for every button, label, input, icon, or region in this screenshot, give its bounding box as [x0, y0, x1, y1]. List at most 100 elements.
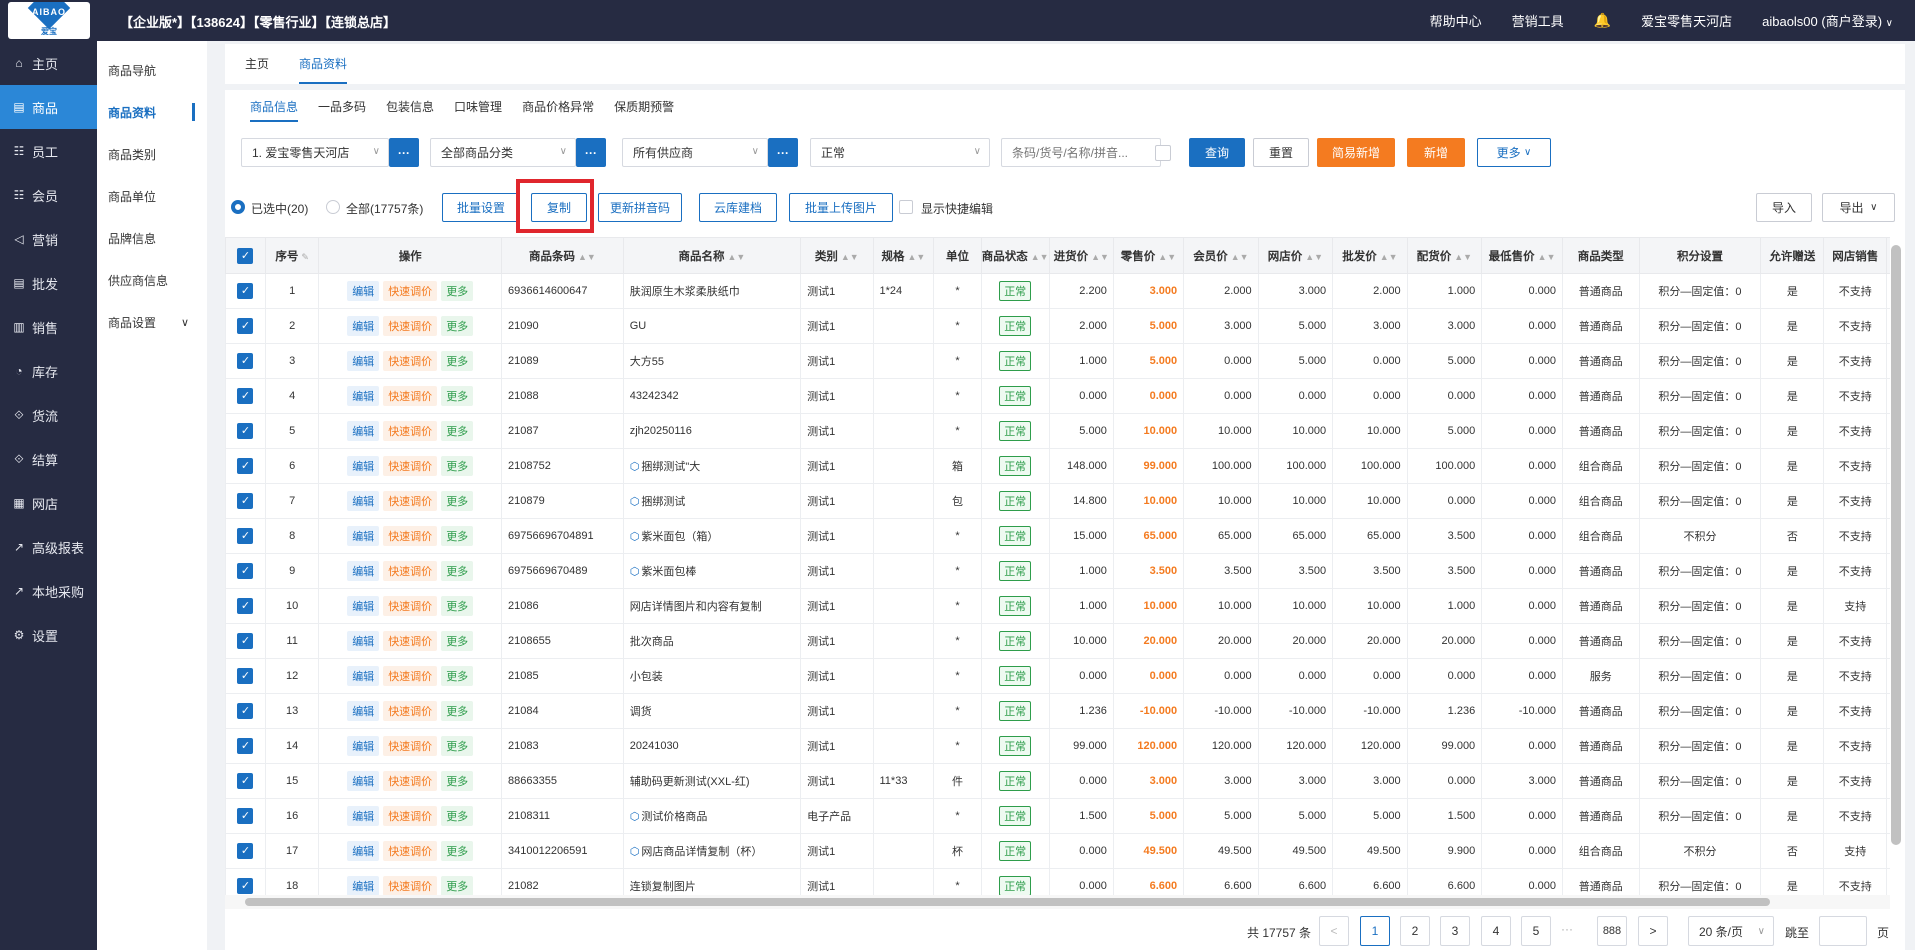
- quick-price-button[interactable]: 快速调价: [383, 701, 438, 721]
- column-header-3[interactable]: 商品名称 ▲▼: [622, 237, 802, 274]
- row-checkbox[interactable]: ✓: [225, 448, 266, 484]
- subtab-package-info[interactable]: 包装信息: [386, 90, 434, 124]
- page-3[interactable]: 3: [1440, 916, 1470, 946]
- table-row[interactable]: ✓ 9 编辑 快速调价 更多 6975669670489 ⬡ 紫米面包棒 测试1 * 正常 1.000…: [225, 553, 1890, 589]
- horizontal-scrollbar[interactable]: [245, 898, 1770, 906]
- page-size-select[interactable]: 20 条/页 ∨: [1688, 916, 1774, 946]
- edit-button[interactable]: 编辑: [347, 526, 380, 546]
- sidebar-item-5[interactable]: ▤ 批发: [0, 261, 97, 305]
- vertical-scrollbar[interactable]: [1891, 245, 1901, 845]
- row-checkbox[interactable]: ✓: [225, 728, 266, 764]
- next-page-button[interactable]: >: [1638, 916, 1668, 946]
- export-button[interactable]: 导出 ∨: [1822, 193, 1895, 222]
- row-more-button[interactable]: 更多: [441, 386, 474, 406]
- quick-price-button[interactable]: 快速调价: [383, 561, 438, 581]
- more-button[interactable]: 更多 ∨: [1477, 138, 1551, 167]
- subnav-item-4[interactable]: 品牌信息: [97, 217, 207, 259]
- reset-button[interactable]: 重置: [1253, 138, 1309, 167]
- column-header-8[interactable]: 进货价 ▲▼: [1048, 237, 1114, 274]
- row-more-button[interactable]: 更多: [441, 701, 474, 721]
- product-name-cell[interactable]: 调货: [622, 693, 802, 729]
- product-name-cell[interactable]: 批次商品: [622, 623, 802, 659]
- quick-price-button[interactable]: 快速调价: [383, 771, 438, 791]
- column-header-12[interactable]: 批发价 ▲▼: [1332, 237, 1408, 274]
- import-button[interactable]: 导入: [1756, 193, 1812, 222]
- sidebar-item-0[interactable]: ⌂ 主页: [0, 41, 97, 85]
- edit-button[interactable]: 编辑: [347, 281, 380, 301]
- table-row[interactable]: ✓ 2 编辑 快速调价 更多 21090 GU 测试1 * 正常 2.000 5.000 3.000 5.…: [225, 308, 1890, 344]
- row-more-button[interactable]: 更多: [441, 771, 474, 791]
- tab-home[interactable]: 主页: [245, 44, 269, 84]
- column-header-7[interactable]: 商品状态 ▲▼: [980, 237, 1050, 274]
- row-checkbox[interactable]: ✓: [225, 483, 266, 519]
- product-name-cell[interactable]: 肤润原生木浆柔肤纸巾: [622, 273, 802, 309]
- product-name-cell[interactable]: ⬡ 测试价格商品: [622, 798, 802, 834]
- row-checkbox[interactable]: ✓: [225, 378, 266, 414]
- quick-price-button[interactable]: 快速调价: [383, 386, 438, 406]
- category-picker-button[interactable]: ···: [576, 138, 606, 167]
- page-last[interactable]: 888: [1597, 916, 1627, 946]
- product-name-cell[interactable]: zjh20250116: [622, 413, 802, 449]
- table-row[interactable]: ✓ 5 编辑 快速调价 更多 21087 zjh20250116 测试1 * 正常 5.000 10.…: [225, 413, 1890, 449]
- product-name-cell[interactable]: ⬡ 紫米面包（箱）: [622, 518, 802, 554]
- sidebar-item-12[interactable]: ↗ 本地采购: [0, 569, 97, 613]
- edit-button[interactable]: 编辑: [347, 491, 380, 511]
- quick-price-button[interactable]: 快速调价: [383, 841, 438, 861]
- sidebar-item-10[interactable]: ▦ 网店: [0, 481, 97, 525]
- product-name-cell[interactable]: ⬡ 捆绑测试: [622, 483, 802, 519]
- row-checkbox[interactable]: ✓: [225, 553, 266, 589]
- simple-add-button[interactable]: 简易新增: [1317, 138, 1395, 167]
- product-name-cell[interactable]: 小包装: [622, 658, 802, 694]
- edit-button[interactable]: 编辑: [347, 316, 380, 336]
- marketing-tools-link[interactable]: 营销工具: [1512, 11, 1564, 30]
- row-more-button[interactable]: 更多: [441, 456, 474, 476]
- subnav-item-6[interactable]: 商品设置 ∨: [97, 301, 207, 343]
- sidebar-item-3[interactable]: ☷ 会员: [0, 173, 97, 217]
- sidebar-item-13[interactable]: ⚙ 设置: [0, 613, 97, 657]
- row-more-button[interactable]: 更多: [441, 736, 474, 756]
- subtab-multi-code[interactable]: 一品多码: [318, 90, 366, 124]
- edit-button[interactable]: 编辑: [347, 351, 380, 371]
- quick-price-button[interactable]: 快速调价: [383, 491, 438, 511]
- edit-button[interactable]: 编辑: [347, 666, 380, 686]
- table-row[interactable]: ✓ 8 编辑 快速调价 更多 69756696704891 ⬡ 紫米面包（箱） 测试1 * 正常 15…: [225, 518, 1890, 554]
- add-button[interactable]: 新增: [1407, 138, 1465, 167]
- product-name-cell[interactable]: ⬡ 网店商品详情复制（杯）: [622, 833, 802, 869]
- pager-ellipsis[interactable]: ···: [1561, 922, 1573, 936]
- quick-price-button[interactable]: 快速调价: [383, 421, 438, 441]
- page-4[interactable]: 4: [1481, 916, 1511, 946]
- edit-button[interactable]: 编辑: [347, 841, 380, 861]
- selected-radio[interactable]: [231, 200, 245, 214]
- edit-button[interactable]: 编辑: [347, 771, 380, 791]
- product-name-cell[interactable]: 网店详情图片和内容有复制: [622, 588, 802, 624]
- search-input[interactable]: [1001, 138, 1161, 167]
- column-header-4[interactable]: 类别 ▲▼: [800, 237, 874, 274]
- page-5[interactable]: 5: [1521, 916, 1551, 946]
- query-button[interactable]: 查询: [1189, 138, 1245, 167]
- edit-button[interactable]: 编辑: [347, 561, 380, 581]
- tab-product-info[interactable]: 商品资料: [299, 44, 348, 84]
- column-header-11[interactable]: 网店价 ▲▼: [1257, 237, 1334, 274]
- sort-icon[interactable]: ▲▼: [908, 252, 926, 262]
- sidebar-item-8[interactable]: ⟐ 货流: [0, 393, 97, 437]
- row-checkbox[interactable]: ✓: [225, 518, 266, 554]
- table-row[interactable]: ✓ 6 编辑 快速调价 更多 2108752 ⬡ 捆绑测试"大 测试1 箱正常 148.000 99.…: [225, 448, 1890, 484]
- edit-button[interactable]: 编辑: [347, 456, 380, 476]
- category-select[interactable]: 全部商品分类 ∨: [430, 138, 576, 167]
- sidebar-item-4[interactable]: ◁ 营销: [0, 217, 97, 261]
- edit-button[interactable]: 编辑: [347, 876, 380, 896]
- edit-button[interactable]: 编辑: [347, 421, 380, 441]
- quick-price-button[interactable]: 快速调价: [383, 631, 438, 651]
- table-row[interactable]: ✓ 17 编辑 快速调价 更多 3410012206591 ⬡ 网店商品详情复制（杯） 测试1 杯…: [225, 833, 1890, 869]
- supplier-picker-button[interactable]: ···: [768, 138, 798, 167]
- row-more-button[interactable]: 更多: [441, 316, 474, 336]
- sort-icon[interactable]: ▲▼: [1158, 252, 1176, 262]
- all-count-label[interactable]: 全部(17757条): [346, 200, 423, 217]
- sidebar-item-2[interactable]: ☷ 员工: [0, 129, 97, 173]
- row-more-button[interactable]: 更多: [441, 841, 474, 861]
- sort-icon[interactable]: ▲▼: [1231, 252, 1249, 262]
- edit-button[interactable]: 编辑: [347, 631, 380, 651]
- row-more-button[interactable]: 更多: [441, 561, 474, 581]
- row-more-button[interactable]: 更多: [441, 351, 474, 371]
- prev-page-button[interactable]: <: [1319, 916, 1349, 946]
